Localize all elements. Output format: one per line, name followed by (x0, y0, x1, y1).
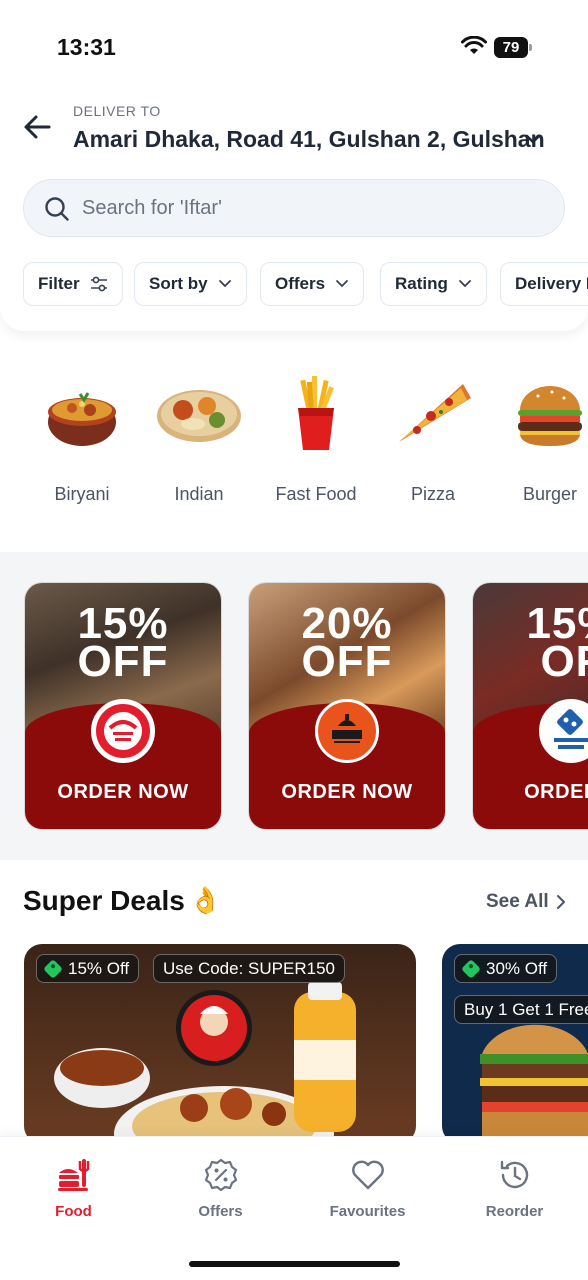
nav-offers[interactable]: Offers (147, 1137, 294, 1237)
promo-card-pizza-hut[interactable]: 15% OFF ORDER NOW (24, 582, 222, 830)
promo-code-badge: Use Code: SUPER150 (153, 954, 345, 983)
category-fast-food[interactable]: Fast Food (261, 372, 371, 504)
tag-icon (43, 958, 63, 979)
category-label: Burger (522, 484, 578, 504)
promo-code-badge: Buy 1 Get 1 Free (454, 995, 588, 1024)
deal-card[interactable]: 15% Off Use Code: SUPER150 (24, 944, 416, 1144)
ok-hand-emoji: 👌 (189, 885, 222, 915)
status-time: 13:31 (57, 34, 116, 60)
sort-by-label: Sort by (149, 274, 208, 293)
offers-icon (204, 1158, 238, 1192)
search-input[interactable]: Search for 'Iftar' (23, 179, 565, 237)
category-pizza[interactable]: Pizza (378, 372, 488, 504)
nav-label: Offers (198, 1203, 243, 1220)
filter-chip-label: Filter (38, 274, 80, 293)
sort-by-chip[interactable]: Sort by (134, 262, 247, 306)
category-label: Biryani (54, 484, 110, 504)
promo-code-label: Use Code: SUPER150 (163, 958, 335, 978)
search-placeholder: Search for 'Iftar' (82, 197, 222, 219)
battery-icon: 79 (494, 37, 532, 58)
battery-level: 79 (502, 39, 520, 56)
promo-card-dominos[interactable]: 15%OF ORDER N (472, 582, 588, 830)
chevron-right-icon[interactable] (555, 894, 567, 910)
nav-label: Reorder (485, 1203, 544, 1220)
heart-icon (352, 1160, 384, 1190)
chevron-down-icon[interactable] (525, 133, 541, 145)
rating-chip-label: Rating (395, 274, 448, 293)
delivery-fee-chip[interactable]: Delivery F (500, 262, 588, 306)
delivery-fee-chip-label: Delivery F (515, 274, 588, 293)
pizza-hut-logo (91, 699, 155, 763)
super-deals-title: Super Deals (23, 885, 185, 916)
search-icon (45, 197, 69, 221)
nav-food[interactable]: Food (0, 1137, 147, 1237)
filter-chip[interactable]: Filter (23, 262, 123, 306)
burger-image (518, 386, 582, 446)
offers-chip-label: Offers (275, 274, 326, 293)
bottom-nav: Food Offers Favourites Reorder (0, 1136, 588, 1280)
category-biryani[interactable]: Biryani (27, 372, 137, 504)
promo-percent: 20% OFF (301, 599, 393, 686)
deliver-to-label: DELIVER TO (73, 103, 161, 119)
toum-logo (315, 699, 379, 763)
promo-card-toum[interactable]: 20% OFF ORDER NOW (248, 582, 446, 830)
delivery-address[interactable]: Amari Dhaka, Road 41, Gulshan 2, Gulshan (73, 126, 545, 153)
indian-food-image (157, 390, 241, 442)
history-icon (500, 1160, 529, 1189)
category-indian[interactable]: Indian (144, 372, 254, 504)
biryani-image (48, 392, 116, 446)
promo-percent: 15% OFF (77, 599, 169, 686)
pizza-slice-image (399, 384, 471, 442)
discount-badge: 15% Off (36, 954, 140, 983)
rating-chip[interactable]: Rating (380, 262, 487, 306)
fries-image (298, 376, 335, 450)
status-bar: 13:31 79 (0, 0, 588, 95)
category-label: Indian (174, 484, 224, 504)
discount-badge: 30% Off (454, 954, 558, 983)
nav-label: Favourites (329, 1203, 406, 1220)
back-arrow-icon[interactable] (22, 112, 52, 142)
filter-chips: Filter Sort by Offers Rating Delivery F (23, 262, 588, 306)
wifi-icon (461, 36, 487, 54)
chevron-down-icon (218, 280, 231, 288)
sliders-icon (90, 276, 107, 292)
promo-percent: 15%OF (526, 599, 588, 686)
discount-label: 15% Off (68, 958, 130, 978)
nav-favourites[interactable]: Favourites (294, 1137, 441, 1237)
tag-icon (461, 958, 481, 979)
nav-label: Food (55, 1203, 92, 1220)
category-label: Pizza (410, 484, 455, 504)
chevron-down-icon (458, 280, 471, 288)
order-now-label: ORDER N (524, 781, 588, 803)
promo-code-label: Buy 1 Get 1 Free (464, 999, 588, 1019)
chevron-down-icon (336, 280, 348, 288)
offers-chip[interactable]: Offers (260, 262, 365, 306)
home-indicator[interactable] (189, 1261, 400, 1267)
food-icon (58, 1159, 90, 1191)
category-burger[interactable]: Burger (495, 372, 588, 504)
order-now-label: ORDER NOW (57, 781, 189, 803)
order-now-label: ORDER NOW (281, 781, 413, 803)
nav-reorder[interactable]: Reorder (441, 1137, 588, 1237)
category-label: Fast Food (275, 484, 357, 504)
see-all-link[interactable]: See All (486, 891, 549, 913)
discount-label: 30% Off (486, 958, 548, 978)
deal-card[interactable]: 30% Off Buy 1 Get 1 Free (442, 944, 588, 1144)
